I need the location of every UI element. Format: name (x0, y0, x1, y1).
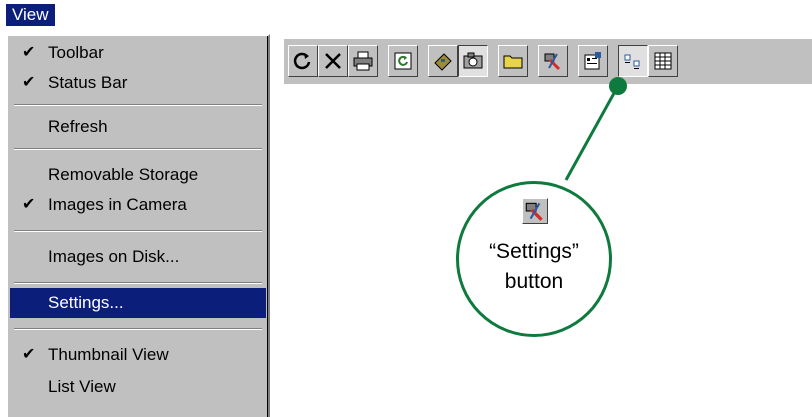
callout-label-line2: button (504, 270, 564, 293)
callout-dot (609, 77, 627, 95)
callout-leader (564, 77, 627, 181)
callout-label-line1: “Settings” (489, 240, 579, 263)
settings-callout: “Settings” button (456, 181, 612, 337)
settings-icon (522, 198, 548, 224)
